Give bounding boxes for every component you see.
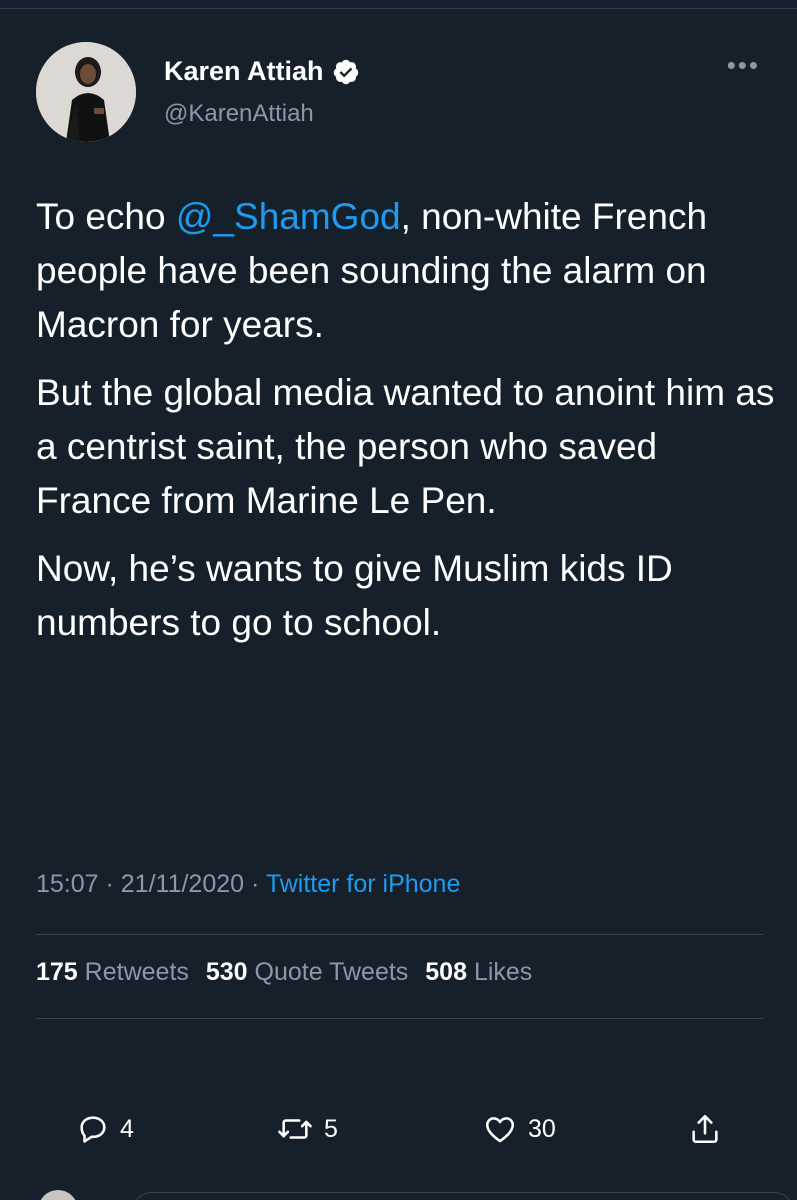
retweets-stat[interactable]: 175 Retweets [36, 958, 189, 986]
more-options-icon[interactable]: ••• [727, 52, 760, 78]
tweet-paragraph-3: Now, he’s wants to give Muslim kids ID n… [36, 548, 673, 643]
author-handle[interactable]: @KarenAttiah [164, 100, 314, 128]
tweet-time: 15:07 [36, 870, 99, 898]
meta-separator: · [244, 870, 266, 898]
avatar-photo [36, 42, 136, 142]
reply-button[interactable]: 4 [76, 1112, 134, 1146]
retweet-button[interactable]: 5 [276, 1112, 338, 1146]
author-name[interactable]: Karen Attiah [164, 56, 324, 87]
verified-badge-icon [332, 58, 360, 86]
tweet-actions: 4 5 30 [76, 1112, 736, 1156]
share-button[interactable] [688, 1112, 722, 1146]
retweets-count: 175 [36, 958, 78, 986]
reply-input[interactable] [132, 1192, 794, 1200]
tweet-source-link[interactable]: Twitter for iPhone [266, 870, 461, 898]
tweet-date: 21/11/2020 [120, 870, 245, 898]
likes-label: Likes [473, 958, 533, 986]
retweet-icon [276, 1112, 314, 1146]
tweet-header: Karen Attiah @KarenAttiah ••• [36, 42, 766, 142]
tweet-paragraph-1: To echo @_ShamGod, non-white French peop… [36, 190, 776, 352]
like-icon [482, 1112, 518, 1146]
retweet-count: 5 [324, 1114, 338, 1143]
reply-icon [76, 1112, 110, 1146]
tweet-text-segment: To echo [36, 196, 176, 237]
avatar[interactable] [36, 42, 136, 142]
top-divider [0, 0, 797, 9]
mention-link[interactable]: @_ShamGod [176, 196, 401, 237]
reply-composer-avatar [38, 1190, 78, 1200]
retweets-label: Retweets [84, 958, 189, 986]
tweet-meta: 15:07 · 21/11/2020 · Twitter for iPhone [36, 870, 460, 899]
tweet-detail-screen: Karen Attiah @KarenAttiah ••• To echo @_… [0, 0, 797, 1200]
tweet-text: To echo @_ShamGod, non-white French peop… [36, 190, 776, 664]
divider [36, 934, 763, 935]
like-button[interactable]: 30 [482, 1112, 556, 1146]
likes-count: 508 [425, 958, 467, 986]
tweet-stats: 175 Retweets 530 Quote Tweets 508 Likes [36, 958, 532, 987]
share-icon [688, 1112, 722, 1146]
likes-stat[interactable]: 508 Likes [425, 958, 532, 986]
meta-separator: · [98, 870, 121, 898]
reply-count: 4 [120, 1114, 134, 1143]
tweet-paragraph-2: But the global media wanted to anoint hi… [36, 372, 775, 521]
author-name-row[interactable]: Karen Attiah [164, 56, 360, 87]
divider [36, 1018, 763, 1019]
like-count: 30 [528, 1114, 556, 1143]
quote-tweets-stat[interactable]: 530 Quote Tweets [206, 958, 408, 986]
quote-tweets-label: Quote Tweets [254, 958, 409, 986]
quote-tweets-count: 530 [205, 958, 248, 986]
